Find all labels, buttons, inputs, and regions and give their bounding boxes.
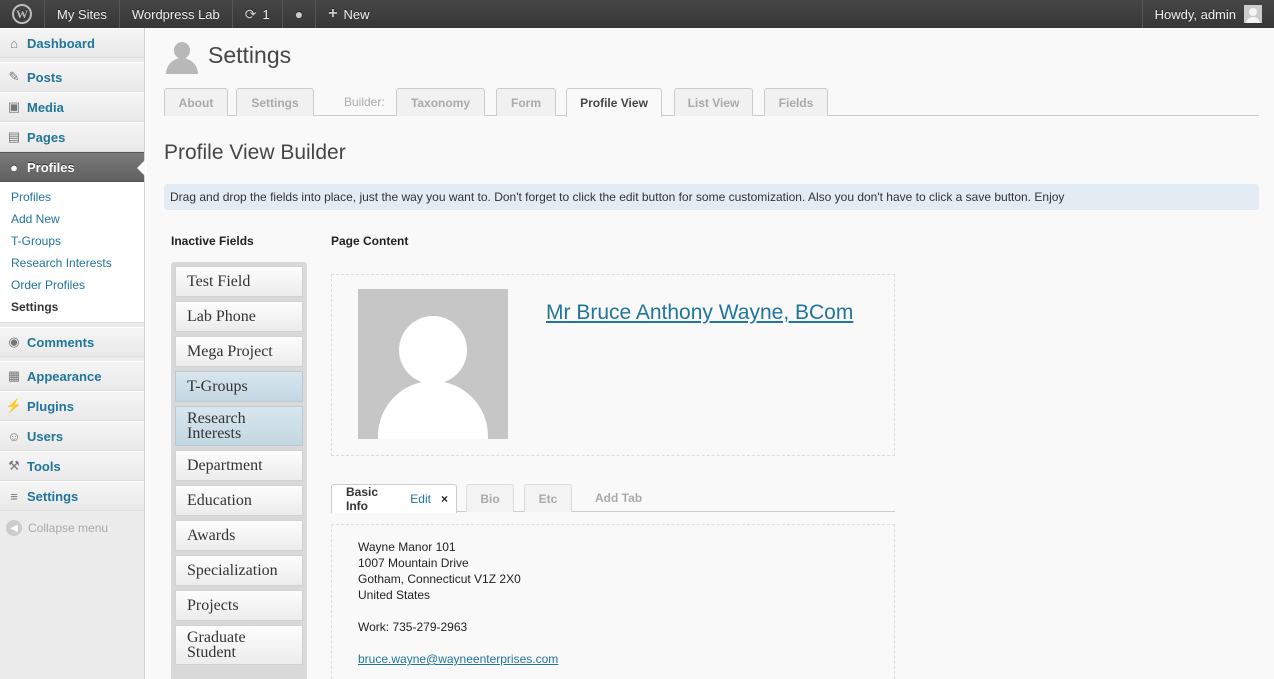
sidebar-item-users[interactable]: ☺ Users bbox=[0, 421, 144, 451]
page-content-title: Page Content bbox=[331, 234, 409, 248]
my-account-menu[interactable]: Howdy, admin bbox=[1141, 0, 1274, 28]
plus-icon: + bbox=[328, 5, 338, 22]
users-icon: ☺ bbox=[7, 428, 21, 444]
settings-tabs: About Settings Builder: Taxonomy Form Pr… bbox=[164, 88, 1259, 117]
collapse-arrow-icon: ◀ bbox=[6, 520, 22, 536]
inactive-fields-list: Test Field Lab Phone Mega Project T-Grou… bbox=[171, 262, 307, 679]
sidebar-item-appearance[interactable]: ▦ Appearance bbox=[0, 361, 144, 391]
media-icon: ▣ bbox=[7, 99, 21, 114]
wp-logo-menu[interactable]: W bbox=[0, 0, 45, 28]
sidebar-item-posts[interactable]: ✎ Posts bbox=[0, 62, 144, 92]
profile-header-dropzone[interactable]: Mr Bruce Anthony Wayne, BCom bbox=[331, 274, 895, 456]
field-graduate-student[interactable]: Graduate Student bbox=[175, 625, 303, 665]
site-name-menu[interactable]: Wordpress Lab bbox=[120, 0, 233, 28]
submenu-item-settings[interactable]: Settings bbox=[0, 296, 144, 318]
main-content: Settings About Settings Builder: Taxonom… bbox=[146, 28, 1274, 679]
tab-settings[interactable]: Settings bbox=[236, 88, 314, 116]
submenu-item-order-profiles[interactable]: Order Profiles bbox=[0, 274, 144, 296]
sidebar-item-comments[interactable]: ◉ Comments bbox=[0, 327, 144, 357]
comment-icon: ◉ bbox=[8, 334, 20, 349]
avatar bbox=[1244, 5, 1262, 23]
tab-about[interactable]: About bbox=[164, 88, 228, 116]
tools-icon: ⚒ bbox=[8, 458, 20, 473]
tab-list-view[interactable]: List View bbox=[674, 88, 753, 116]
comment-bubble-icon: ● bbox=[294, 6, 304, 22]
profile-tab-etc[interactable]: Etc bbox=[524, 484, 572, 512]
email-link[interactable]: bruce.wayne@wayneenterprises.com bbox=[358, 652, 558, 666]
address-line: 1007 Mountain Drive bbox=[358, 556, 469, 570]
appearance-icon: ▦ bbox=[7, 368, 21, 383]
sidebar-item-settings[interactable]: ≡ Settings bbox=[0, 481, 144, 511]
close-icon[interactable]: × bbox=[441, 492, 448, 506]
my-sites-menu[interactable]: My Sites bbox=[45, 0, 120, 28]
submenu-item-research-interests[interactable]: Research Interests bbox=[0, 252, 144, 274]
admin-sidebar: ⌂ Dashboard ✎ Posts ▣ Media ▤ Pages ● Profile… bbox=[0, 28, 145, 679]
page-title: Settings bbox=[208, 42, 292, 68]
sidebar-item-tools[interactable]: ⚒ Tools bbox=[0, 451, 144, 481]
pages-icon: ▤ bbox=[7, 129, 21, 144]
pin-icon: ✎ bbox=[8, 69, 20, 84]
profile-tabs: Basic Info Edit × Bio Etc Add Tab bbox=[331, 484, 895, 513]
builder-label: Builder: bbox=[344, 95, 385, 109]
collapse-menu-button[interactable]: ◀ Collapse menu bbox=[0, 511, 144, 545]
edit-tab-link[interactable]: Edit bbox=[410, 492, 431, 506]
plugin-icon: ⚡ bbox=[5, 398, 23, 413]
tab-taxonomy[interactable]: Taxonomy bbox=[396, 88, 485, 116]
address-line: Gotham, Connecticut V1Z 2X0 bbox=[358, 572, 521, 586]
inactive-fields-title: Inactive Fields bbox=[171, 234, 254, 248]
profile-tab-bio[interactable]: Bio bbox=[466, 484, 514, 512]
field-research-interests[interactable]: Research Interests bbox=[175, 406, 303, 446]
field-education[interactable]: Education bbox=[175, 485, 303, 516]
comments-menu[interactable]: ● bbox=[283, 0, 317, 28]
profile-settings-icon bbox=[164, 42, 200, 74]
field-projects[interactable]: Projects bbox=[175, 590, 303, 621]
address-line: Wayne Manor 101 bbox=[358, 540, 456, 554]
submenu-item-add-new[interactable]: Add New bbox=[0, 208, 144, 230]
add-tab-button[interactable]: Add Tab bbox=[595, 484, 642, 512]
profile-tab-basic-info-label: Basic Info bbox=[346, 485, 379, 513]
field-lab-phone[interactable]: Lab Phone bbox=[175, 301, 303, 332]
profile-tab-basic-info[interactable]: Basic Info Edit × bbox=[331, 484, 457, 513]
builder-title: Profile View Builder bbox=[164, 141, 346, 164]
work-phone: Work: 735-279-2963 bbox=[358, 620, 468, 634]
profile-name-link[interactable]: Mr Bruce Anthony Wayne, BCom bbox=[546, 301, 853, 325]
sidebar-item-profiles[interactable]: ● Profiles bbox=[0, 152, 145, 182]
tab-profile-view[interactable]: Profile View bbox=[566, 88, 662, 117]
sidebar-item-dashboard[interactable]: ⌂ Dashboard bbox=[0, 28, 144, 58]
profile-photo-placeholder bbox=[358, 289, 508, 439]
builder-notice: Drag and drop the fields into place, jus… bbox=[164, 184, 1259, 210]
person-icon: ● bbox=[10, 159, 18, 175]
field-awards[interactable]: Awards bbox=[175, 520, 303, 551]
address-line: United States bbox=[358, 588, 431, 602]
admin-bar: W My Sites Wordpress Lab ⟳ 1 ● + New Howdy… bbox=[0, 0, 1274, 28]
field-t-groups[interactable]: T-Groups bbox=[175, 371, 303, 402]
field-mega-project[interactable]: Mega Project bbox=[175, 336, 303, 367]
submenu-item-profiles[interactable]: Profiles bbox=[0, 186, 144, 208]
submenu-item-t-groups[interactable]: T-Groups bbox=[0, 230, 144, 252]
field-specialization[interactable]: Specialization bbox=[175, 555, 303, 586]
tab-form[interactable]: Form bbox=[496, 88, 556, 116]
profiles-submenu: Profiles Add New T-Groups Research Inter… bbox=[0, 182, 144, 323]
sidebar-item-media[interactable]: ▣ Media bbox=[0, 92, 144, 122]
sidebar-item-plugins[interactable]: ⚡ Plugins bbox=[0, 391, 144, 421]
tab-fields[interactable]: Fields bbox=[764, 88, 828, 116]
field-department[interactable]: Department bbox=[175, 450, 303, 481]
wordpress-logo-icon: W bbox=[12, 4, 32, 24]
field-test-field[interactable]: Test Field bbox=[175, 266, 303, 297]
refresh-icon: ⟳ bbox=[244, 5, 257, 22]
settings-icon: ≡ bbox=[10, 488, 18, 504]
updates-menu[interactable]: ⟳ 1 bbox=[233, 0, 283, 28]
basic-info-dropzone[interactable]: Wayne Manor 101 1007 Mountain Drive Goth… bbox=[331, 524, 895, 679]
dashboard-icon: ⌂ bbox=[10, 35, 18, 51]
sidebar-item-pages[interactable]: ▤ Pages bbox=[0, 122, 144, 152]
new-content-menu[interactable]: + New bbox=[316, 0, 381, 28]
